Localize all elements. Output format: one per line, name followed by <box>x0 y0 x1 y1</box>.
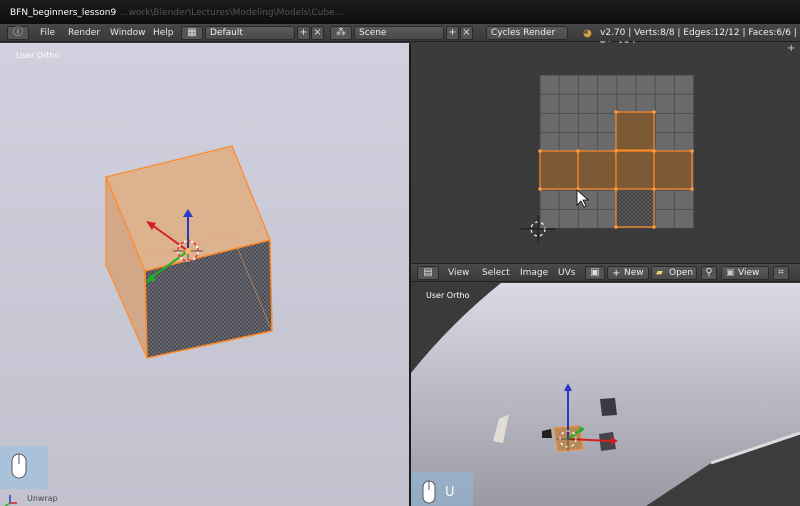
layout-selector[interactable]: Default <box>205 26 295 40</box>
info-header: ⓘ File Render Window Help ▦ Default + × … <box>0 24 800 51</box>
layout-grid-icon[interactable]: ▦ <box>181 26 203 40</box>
uv-editor-header: ▤ View Select Image UVs ▣ New + Open ▰ ⚲… <box>411 263 800 282</box>
scene-close-icon[interactable]: × <box>460 26 473 40</box>
right-3d-viewport[interactable]: User Ortho U <box>411 283 800 506</box>
menu-help[interactable]: Help <box>153 27 174 40</box>
folder-icon: ▰ <box>656 268 663 278</box>
editor-type-icon[interactable]: ⓘ <box>7 26 29 40</box>
uv-menu-uvs[interactable]: UVs <box>558 267 575 280</box>
right-mouse-overlay <box>411 472 473 506</box>
title-bar: BFN_beginners_lesson9 ...work\Blender\Le… <box>0 0 800 24</box>
right-view-label: User Ortho <box>426 291 470 300</box>
uv-image-editor[interactable]: + <box>411 43 800 263</box>
scene-selector[interactable]: Scene <box>354 26 444 40</box>
scene-add-icon[interactable]: + <box>446 26 459 40</box>
menu-window[interactable]: Window <box>110 27 146 40</box>
uv-menu-image[interactable]: Image <box>520 267 548 280</box>
layout-add-icon[interactable]: + <box>297 26 310 40</box>
right-footer-text: U <box>445 485 455 500</box>
dark-cube-top <box>600 398 617 416</box>
view-mode-icon: ▣ <box>726 268 735 278</box>
menu-render[interactable]: Render <box>68 27 100 40</box>
left-3d-viewport[interactable]: User Ortho + Unwrap <box>0 43 409 506</box>
render-engine-selector[interactable]: Cycles Render <box>486 26 568 40</box>
uv-editor-type-icon[interactable]: ▤ <box>417 266 439 280</box>
left-footer-text: Unwrap <box>27 494 58 503</box>
mouse-input-overlay <box>0 446 48 489</box>
pin-icon[interactable]: ⚲ <box>701 266 717 280</box>
scene-stats: v2.70 | Verts:8/8 | Edges:12/12 | Faces:… <box>600 28 797 51</box>
camera-icon <box>542 429 552 438</box>
new-plus-icon: + <box>612 268 621 279</box>
layout-close-icon[interactable]: × <box>311 26 324 40</box>
window-title: BFN_beginners_lesson9 <box>10 8 117 18</box>
uv-sync-icon[interactable]: ⌗ <box>773 266 789 280</box>
image-browse-icon[interactable]: ▣ <box>585 266 605 280</box>
menu-file[interactable]: File <box>40 27 55 40</box>
uv-menu-view[interactable]: View <box>448 267 469 280</box>
distant-plane <box>493 414 509 443</box>
window-path: ...work\Blender\Lectures\Modeling\Models… <box>120 8 344 18</box>
blender-logo-icon: ◕ <box>583 28 592 39</box>
uv-menu-select[interactable]: Select <box>482 267 510 280</box>
left-cube-drawing <box>105 145 273 359</box>
uv-grid-drawing <box>521 75 694 243</box>
scene-icon[interactable]: ⁂ <box>330 26 352 40</box>
